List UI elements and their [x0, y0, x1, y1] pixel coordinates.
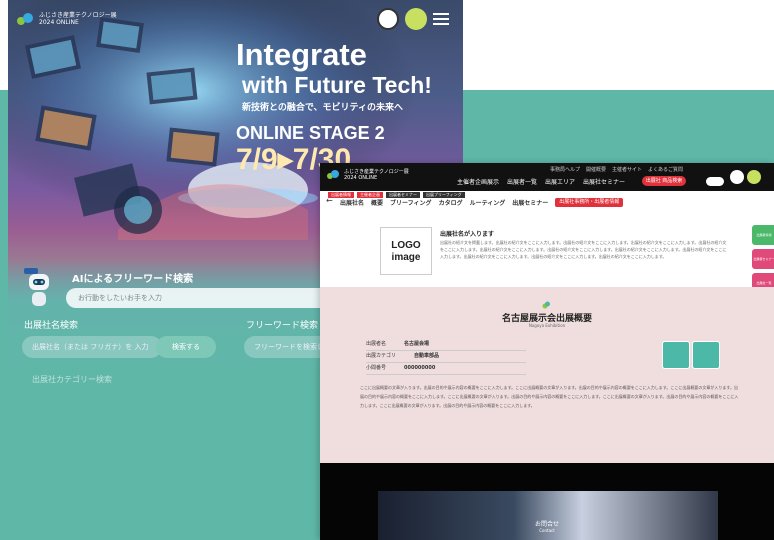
- side-tab[interactable]: 出展者情報: [752, 225, 774, 245]
- exhibition-overview: 名古屋展示会出展概要 Nagoya Exhibition 出展者名 名古屋会場 出…: [320, 287, 774, 463]
- exhibitor-name: 出展社名が入ります: [440, 231, 495, 238]
- contact-label[interactable]: お問合せ Contact: [320, 519, 774, 533]
- leaf-icon: [542, 301, 550, 309]
- subnav-item[interactable]: 概要: [371, 198, 383, 207]
- exhibitor-description: 出展社の紹介文を掲載します。出展社の紹介文をここに入力します。出展社の紹介文をこ…: [440, 240, 727, 259]
- util-link[interactable]: 事務局ヘルプ: [550, 166, 580, 173]
- subnav-item[interactable]: ルーティング: [470, 198, 506, 207]
- qr-tile[interactable]: [662, 341, 690, 369]
- top-navigation: ふじさき産業テクノロジー展 2024 ONLINE 事務局ヘルプ 開催概要 主催…: [320, 163, 774, 191]
- util-link[interactable]: 主催者サイト: [612, 166, 642, 173]
- user-icon[interactable]: [377, 8, 399, 30]
- side-tab[interactable]: 出展者セミナー: [752, 249, 774, 269]
- ai-search-label: AIによるフリーワード検索: [72, 274, 194, 285]
- utility-links: 事務局ヘルプ 開催概要 主催者サイト よくあるご質問: [550, 166, 683, 173]
- exhibitor-profile: LOGO image 出展社名が入ります 出展社の紹介文を掲載します。出展社の紹…: [320, 209, 774, 287]
- util-link[interactable]: 開催概要: [586, 166, 606, 173]
- back-arrow-icon[interactable]: ←: [326, 196, 333, 205]
- exhibitor-search-button[interactable]: 検索する: [156, 336, 216, 358]
- logo-mark-icon: [17, 13, 33, 25]
- qr-tile[interactable]: [692, 341, 720, 369]
- info-row: 出展カテゴリ 自動車部品: [366, 351, 526, 363]
- logo-line2: image: [391, 252, 421, 263]
- nav-item[interactable]: 主催者企画展示: [457, 177, 499, 186]
- info-row: 出展者名 名古屋会場: [366, 339, 526, 351]
- hero-tagline: 新技術との融合で、モビリティの未来へ: [242, 102, 404, 112]
- hero-line2: with Future Tech!: [242, 72, 432, 98]
- info-row: 小間番号 000000000: [366, 363, 526, 375]
- exhibitor-logo: LOGO image: [380, 227, 432, 275]
- exhibitor-search-input[interactable]: 出展社名（または フリガナ）を 入力: [22, 336, 162, 358]
- util-link[interactable]: よくあるご質問: [648, 166, 683, 173]
- subnav-item[interactable]: 出展社名: [340, 198, 364, 207]
- site-logo-small[interactable]: ふじさき産業テクノロジー展 2024 ONLINE: [326, 169, 409, 181]
- product-search-button[interactable]: 出展社 商品検索: [642, 176, 686, 186]
- nav-item[interactable]: 出展エリア: [545, 177, 575, 186]
- nav-item[interactable]: 出展社セミナー: [583, 177, 625, 186]
- hero-line1: Integrate: [236, 37, 367, 72]
- menu-icon[interactable]: [433, 13, 449, 25]
- overview-description: ここに出展概要の文章が入ります。出展の目的や展示内容の概要をここに入力します。こ…: [360, 385, 739, 408]
- exhibitor-detail-page: ふじさき産業テクノロジー展 2024 ONLINE 事務局ヘルプ 開催概要 主催…: [320, 163, 774, 540]
- logo-subtext: 2024 ONLINE: [344, 175, 378, 181]
- subnav-item[interactable]: カタログ: [439, 198, 463, 207]
- sub-navigation: 出展者情報 主催者企画 出展者セミナー 出展ブリーフィング ← 出展社名 概要 …: [320, 191, 774, 210]
- green-badge-icon[interactable]: [747, 170, 761, 184]
- subnav-item[interactable]: 出展セミナー: [512, 198, 548, 207]
- user-icon[interactable]: [730, 170, 744, 184]
- subnav-item[interactable]: ブリーフィング: [390, 198, 432, 207]
- exhibitor-search-label: 出展社名検索: [24, 321, 79, 331]
- contact-subtitle: Contact: [539, 528, 555, 533]
- logo-text: ふじさき産業テクノロジー展: [39, 12, 117, 19]
- nav-item[interactable]: 出展者一覧: [507, 177, 537, 186]
- toggle-switch[interactable]: [706, 177, 724, 186]
- hero-stage: ONLINE STAGE 2: [236, 123, 385, 143]
- logo-subtext: 2024 ONLINE: [39, 19, 79, 26]
- overview-info-table: 出展者名 名古屋会場 出展カテゴリ 自動車部品 小間番号 000000000: [366, 339, 526, 375]
- logo-line1: LOGO: [391, 240, 421, 251]
- category-search-label: 出展社カテゴリー検索: [32, 375, 112, 384]
- contact-section: お問合せ Contact: [320, 463, 774, 540]
- subnav-item-active[interactable]: 出展社事務所・出展者情報: [555, 198, 624, 207]
- hero-title: Integrate with Future Tech! 新技術との融合で、モビリ…: [236, 38, 432, 176]
- robot-icon: [24, 268, 49, 306]
- logo-mark-icon: [327, 170, 339, 179]
- green-badge-icon[interactable]: [405, 8, 427, 30]
- overview-subheading: Nagoya Exhibition: [528, 323, 566, 328]
- main-nav: 主催者企画展示 出展者一覧 出展エリア 出展社セミナー: [457, 177, 625, 186]
- contact-title: お問合せ: [534, 521, 559, 528]
- freeword-label: フリーワード検索: [246, 321, 319, 331]
- site-logo[interactable]: ふじさき産業テクノロジー展 2024 ONLINE: [16, 12, 117, 26]
